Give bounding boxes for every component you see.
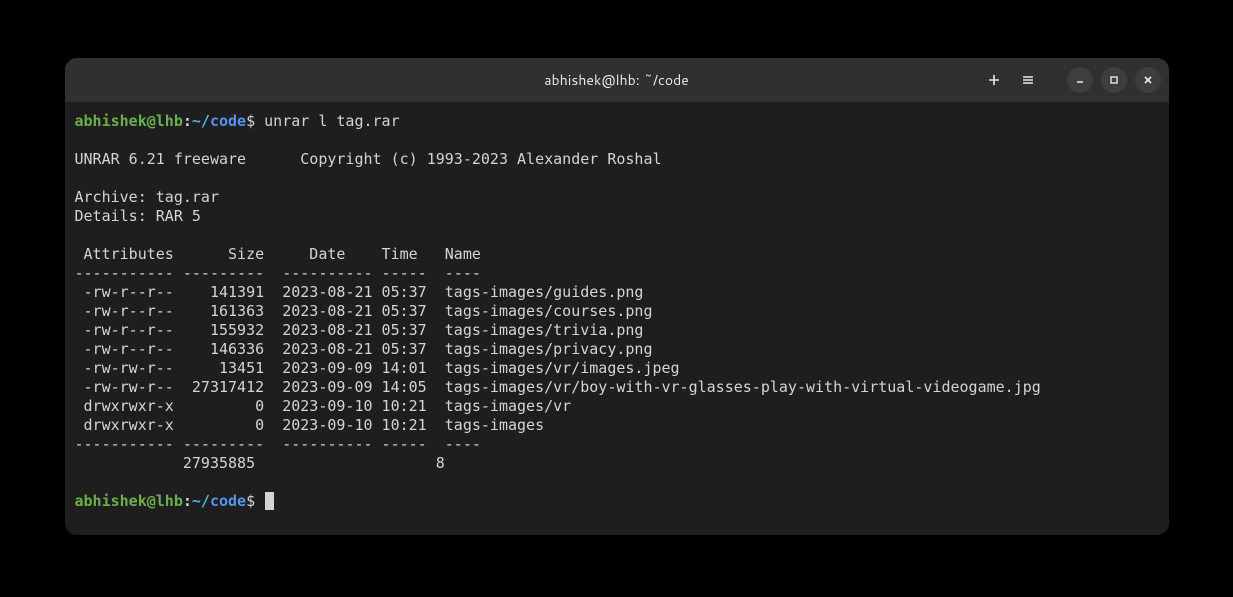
titlebar: abhishek@lhb: ~/code [65,58,1169,102]
output-divider-bottom: ----------- --------- ---------- ----- -… [75,435,481,453]
table-row: -rw-r--r-- 146336 2023-08-21 05:37 tags-… [75,340,653,358]
prompt-dollar: $ [246,112,255,130]
prompt-tilde: ~/ [192,492,210,510]
prompt-user-host: abhishek@lhb [75,112,183,130]
output-summary: 27935885 8 [75,454,445,472]
minimize-icon [1074,74,1086,86]
window-controls [1067,67,1161,93]
table-row: drwxrwxr-x 0 2023-09-10 10:21 tags-image… [75,397,572,415]
prompt-tilde: ~/ [192,112,210,130]
table-row: -rw-r--r-- 161363 2023-08-21 05:37 tags-… [75,302,653,320]
terminal-body[interactable]: abhishek@lhb:~/code$ unrar l tag.rar UNR… [65,102,1169,535]
cursor [265,492,274,510]
table-row: -rw-r--r-- 155932 2023-08-21 05:37 tags-… [75,321,644,339]
prompt-user-host: abhishek@lhb [75,492,183,510]
prompt-path: code [210,492,246,510]
close-icon [1142,74,1154,86]
minimize-button[interactable] [1067,67,1093,93]
table-row: drwxrwxr-x 0 2023-09-10 10:21 tags-image… [75,416,545,434]
terminal-window: abhishek@lhb: ~/code abhishek@lhb:~/code… [65,58,1169,535]
menu-button[interactable] [1015,67,1041,93]
output-divider-top: ----------- --------- ---------- ----- -… [75,264,481,282]
hamburger-icon [1021,73,1035,87]
table-row: -rw-rw-r-- 27317412 2023-09-09 14:05 tag… [75,378,1041,396]
plus-icon [987,73,1001,87]
new-tab-button[interactable] [981,67,1007,93]
table-row: -rw-r--r-- 141391 2023-08-21 05:37 tags-… [75,283,644,301]
prompt-colon: : [183,492,192,510]
maximize-icon [1108,74,1120,86]
command-text: unrar l tag.rar [255,112,400,130]
prompt-path: code [210,112,246,130]
output-details: Details: RAR 5 [75,207,201,225]
close-button[interactable] [1135,67,1161,93]
titlebar-left-controls [981,67,1041,93]
output-columns: Attributes Size Date Time Name [75,245,481,263]
prompt-dollar: $ [246,492,255,510]
output-header: UNRAR 6.21 freeware Copyright (c) 1993-2… [75,150,662,168]
prompt-colon: : [183,112,192,130]
table-row: -rw-rw-r-- 13451 2023-09-09 14:01 tags-i… [75,359,680,377]
maximize-button[interactable] [1101,67,1127,93]
output-archive: Archive: tag.rar [75,188,220,206]
